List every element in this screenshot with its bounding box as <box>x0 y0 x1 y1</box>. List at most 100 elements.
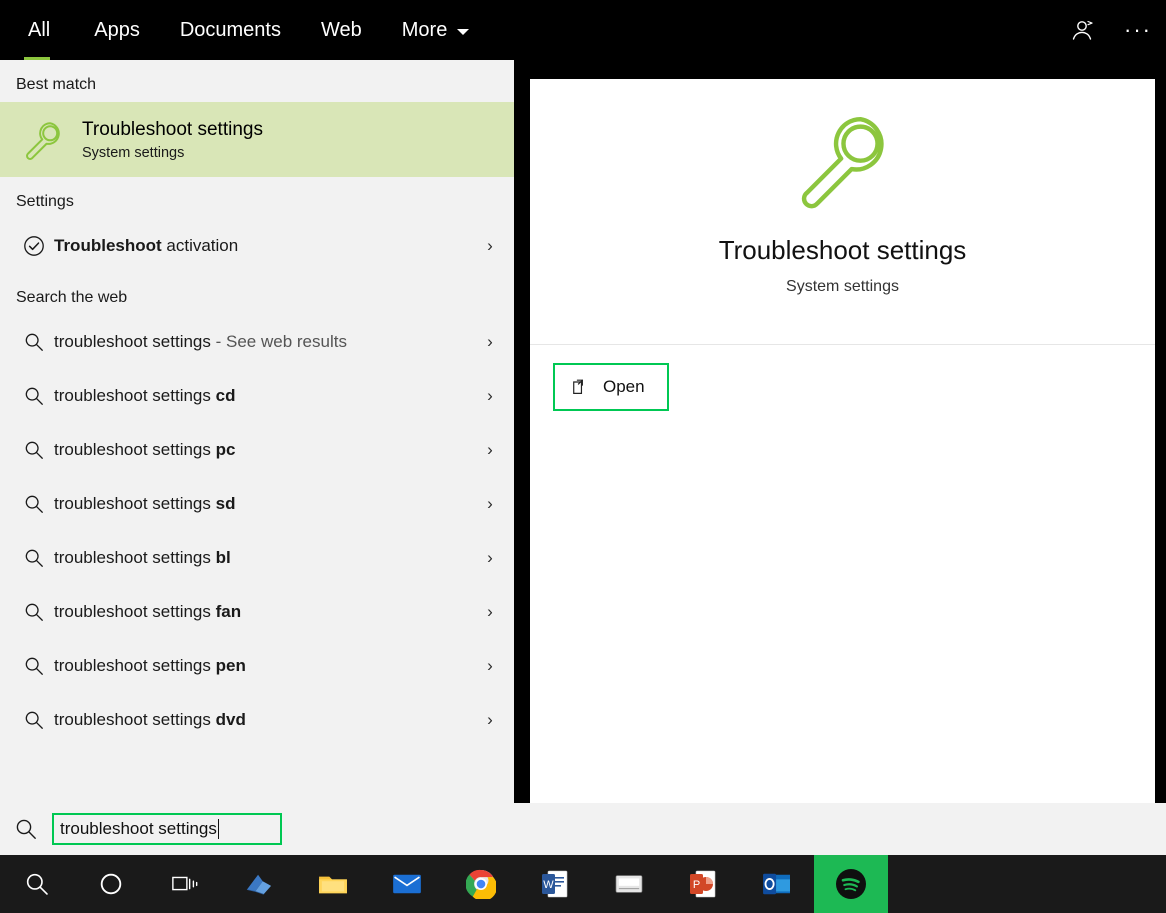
chevron-right-icon[interactable]: › <box>478 494 502 514</box>
svg-text:W: W <box>543 879 554 891</box>
preview-card: Troubleshoot settings System settings <box>530 79 1155 345</box>
best-match-result[interactable]: Troubleshoot settings System settings <box>0 102 514 177</box>
tab-apps-label: Apps <box>94 18 140 41</box>
chevron-right-icon[interactable]: › <box>478 656 502 676</box>
tab-all-label: All <box>28 18 51 41</box>
list-item-label-prefix: troubleshoot settings <box>54 548 216 567</box>
search-icon <box>14 547 54 569</box>
search-bar: troubleshoot settings <box>0 803 1166 855</box>
list-item-label-prefix: troubleshoot settings <box>54 656 216 675</box>
open-external-icon <box>567 377 595 397</box>
taskbar: W P <box>0 855 1166 913</box>
chevron-right-icon[interactable]: › <box>478 386 502 406</box>
list-item-label-suffix: pen <box>215 656 246 675</box>
search-flyout: All Apps Documents Web More ··· Best mat… <box>0 0 1166 913</box>
chevron-right-icon[interactable]: › <box>478 710 502 730</box>
search-input[interactable]: troubleshoot settings <box>52 813 282 845</box>
list-item-label-prefix: troubleshoot settings <box>54 494 216 513</box>
list-item-label: troubleshoot settings fan <box>54 602 478 622</box>
preview-title: Troubleshoot settings <box>718 235 967 265</box>
list-item-web-7[interactable]: troubleshoot settings dvd › <box>0 693 514 747</box>
svg-text:P: P <box>693 879 700 891</box>
list-item-label-prefix: troubleshoot settings <box>54 332 211 351</box>
list-item-label: Troubleshoot activation <box>54 236 478 256</box>
task-view-icon[interactable] <box>148 855 222 913</box>
chevron-right-icon[interactable]: › <box>478 548 502 568</box>
check-circle-icon <box>14 234 54 258</box>
tab-list: All Apps Documents Web More <box>0 0 489 60</box>
list-item-web-2[interactable]: troubleshoot settings pc › <box>0 423 514 477</box>
tab-more-label: More <box>401 18 448 41</box>
list-item-web-1[interactable]: troubleshoot settings cd › <box>0 369 514 423</box>
spotify-icon[interactable] <box>814 855 888 913</box>
mail-icon[interactable] <box>370 855 444 913</box>
list-item-troubleshoot-activation[interactable]: Troubleshoot activation › <box>0 219 514 273</box>
wrench-icon <box>778 101 908 219</box>
list-item-label-suffix: pc <box>215 440 236 459</box>
tab-documents[interactable]: Documents <box>160 0 301 60</box>
list-item-label-suffix: fan <box>215 602 242 621</box>
file-explorer-pin-icon[interactable] <box>222 855 296 913</box>
list-item-web-5[interactable]: troubleshoot settings fan › <box>0 585 514 639</box>
web-header: Search the web <box>16 289 128 306</box>
search-icon <box>14 709 54 731</box>
list-item-label-prefix: Troubleshoot <box>54 236 162 255</box>
list-item-web-0[interactable]: troubleshoot settings - See web results … <box>0 315 514 369</box>
account-icon[interactable] <box>1054 0 1110 60</box>
list-item-label-suffix: dvd <box>215 710 246 729</box>
list-item-label-prefix: troubleshoot settings <box>54 602 216 621</box>
list-item-web-3[interactable]: troubleshoot settings sd › <box>0 477 514 531</box>
tab-documents-label: Documents <box>179 18 281 41</box>
list-item-label-suffix: sd <box>215 494 236 513</box>
list-item-label-prefix: troubleshoot settings <box>54 710 216 729</box>
more-options-glyph: ··· <box>1124 17 1152 42</box>
chevron-right-icon[interactable]: › <box>478 236 502 256</box>
list-item-label: troubleshoot settings - See web results <box>54 332 478 352</box>
chevron-right-icon[interactable]: › <box>478 440 502 460</box>
powerpoint-icon[interactable]: P <box>666 855 740 913</box>
search-icon <box>14 601 54 623</box>
tab-web[interactable]: Web <box>301 0 382 60</box>
search-icon <box>14 439 54 461</box>
search-filter-tabs: All Apps Documents Web More ··· <box>0 0 1166 60</box>
best-match-text: Troubleshoot settings System settings <box>82 118 263 161</box>
snipping-tool-icon[interactable] <box>592 855 666 913</box>
topbar-actions: ··· <box>1054 0 1166 60</box>
search-icon <box>14 385 54 407</box>
tab-all[interactable]: All <box>0 0 74 60</box>
tab-web-label: Web <box>320 18 362 41</box>
settings-header: Settings <box>16 193 74 210</box>
best-match-title: Troubleshoot settings <box>82 119 263 141</box>
list-item-web-6[interactable]: troubleshoot settings pen › <box>0 639 514 693</box>
list-item-web-4[interactable]: troubleshoot settings bl › <box>0 531 514 585</box>
list-item-label: troubleshoot settings bl <box>54 548 478 568</box>
word-icon[interactable]: W <box>518 855 592 913</box>
chevron-right-icon[interactable]: › <box>478 332 502 352</box>
preview-pane: Troubleshoot settings System settings Op… <box>530 79 1155 803</box>
best-match-subtitle: System settings <box>82 144 185 161</box>
open-button-label: Open <box>603 377 645 396</box>
chevron-right-icon[interactable]: › <box>478 602 502 622</box>
file-explorer-icon[interactable] <box>296 855 370 913</box>
wrench-icon <box>14 111 72 169</box>
list-item-label: troubleshoot settings pc <box>54 440 478 460</box>
list-item-label-suffix: bl <box>215 548 231 567</box>
results-pane: Best match Troubleshoot settings System … <box>0 60 514 803</box>
outlook-icon[interactable] <box>740 855 814 913</box>
more-options-icon[interactable]: ··· <box>1110 0 1166 60</box>
tab-more[interactable]: More <box>382 0 490 60</box>
list-item-label: troubleshoot settings sd <box>54 494 478 514</box>
tab-apps[interactable]: Apps <box>74 0 160 60</box>
cortana-icon[interactable] <box>74 855 148 913</box>
list-item-label-suffix: cd <box>215 386 236 405</box>
search-icon <box>0 817 52 841</box>
search-icon <box>14 493 54 515</box>
open-button[interactable]: Open <box>553 363 669 411</box>
search-taskbar-icon[interactable] <box>0 855 74 913</box>
search-input-value: troubleshoot settings <box>60 819 217 838</box>
list-item-label-prefix: troubleshoot settings <box>54 440 216 459</box>
list-item-label: troubleshoot settings pen <box>54 656 478 676</box>
text-cursor <box>217 819 219 839</box>
list-item-label-suffix: activation <box>161 236 239 255</box>
chrome-icon[interactable] <box>444 855 518 913</box>
